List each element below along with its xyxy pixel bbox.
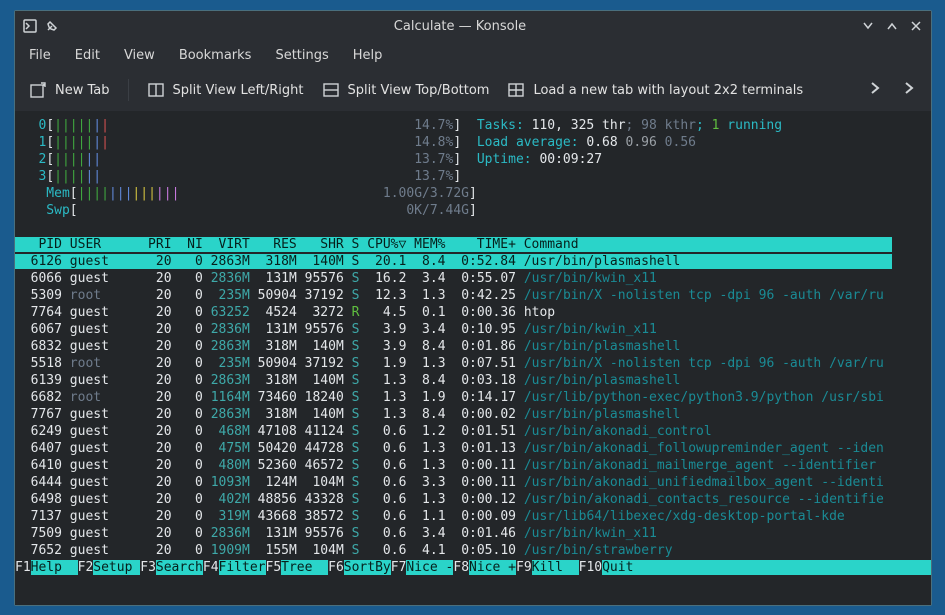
split-lr-label: Split View Left/Right <box>173 83 304 98</box>
maximize-icon[interactable] <box>885 19 899 33</box>
layout-2x2-button[interactable]: Load a new tab with layout 2x2 terminals <box>507 81 803 99</box>
new-tab-label: New Tab <box>55 83 110 98</box>
window-title: Calculate — Konsole <box>59 19 861 34</box>
konsole-window: Calculate — Konsole File Edit View Bookm… <box>14 10 932 606</box>
menu-view[interactable]: View <box>124 48 155 63</box>
menu-file[interactable]: File <box>29 48 51 63</box>
toolbar-more-icon[interactable] <box>901 80 917 100</box>
menu-bookmarks[interactable]: Bookmarks <box>179 48 252 63</box>
minimize-icon[interactable] <box>861 19 875 33</box>
app-menu-icon[interactable] <box>23 19 37 33</box>
split-lr-button[interactable]: Split View Left/Right <box>147 81 304 99</box>
terminal-pane: 0[||||||| 14.7%] Tasks: 110, 325 thr; 98… <box>15 111 931 605</box>
split-tb-label: Split View Top/Bottom <box>348 83 490 98</box>
split-tb-button[interactable]: Split View Top/Bottom <box>322 81 490 99</box>
layout-2x2-label: Load a new tab with layout 2x2 terminals <box>533 83 803 98</box>
titlebar: Calculate — Konsole <box>15 11 931 41</box>
toolbar-separator <box>128 79 129 101</box>
menubar: File Edit View Bookmarks Settings Help <box>15 41 931 69</box>
close-icon[interactable] <box>909 19 923 33</box>
toolbar: New Tab Split View Left/Right Split View… <box>15 69 931 111</box>
terminal-output[interactable]: 0[||||||| 14.7%] Tasks: 110, 325 thr; 98… <box>15 111 931 605</box>
menu-help[interactable]: Help <box>353 48 383 63</box>
menu-settings[interactable]: Settings <box>275 48 328 63</box>
new-tab-button[interactable]: New Tab <box>29 81 110 99</box>
menu-edit[interactable]: Edit <box>75 48 100 63</box>
pin-icon[interactable] <box>45 19 59 33</box>
toolbar-overflow-icon[interactable] <box>867 80 883 100</box>
